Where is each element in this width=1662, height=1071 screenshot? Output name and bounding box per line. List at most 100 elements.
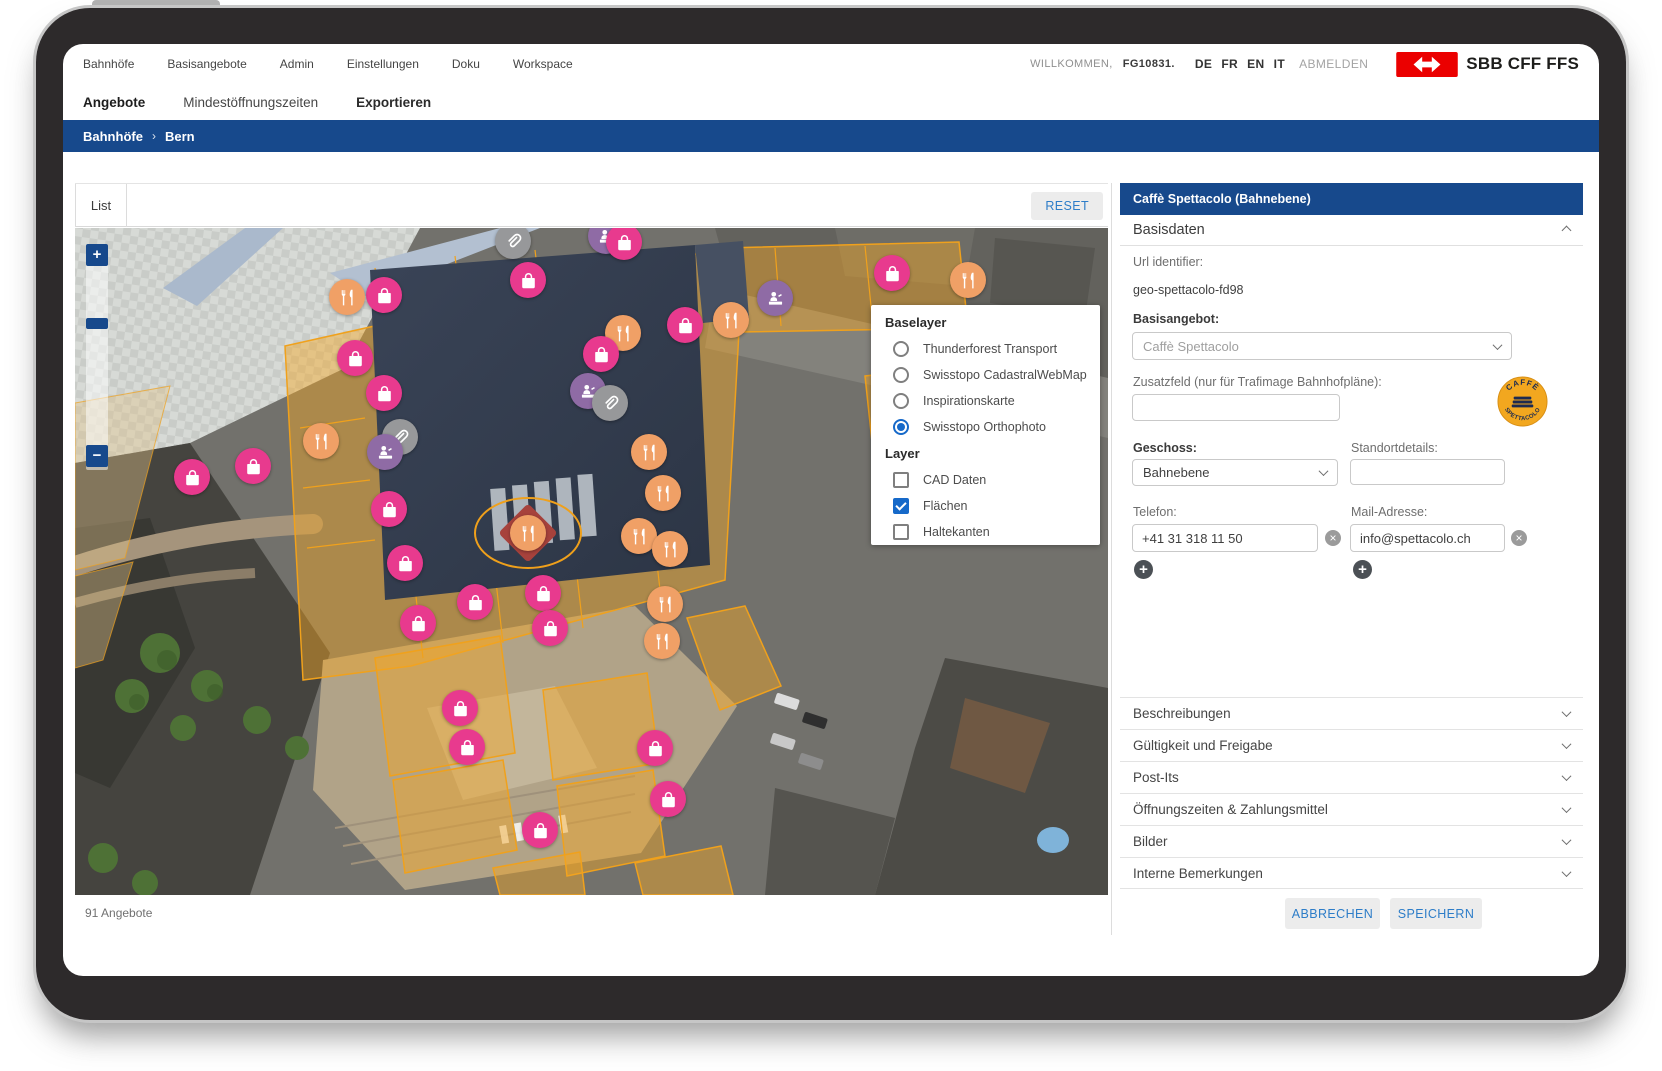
- map-pin-shopping-bag[interactable]: [235, 448, 271, 484]
- mail-label: Mail-Adresse:: [1351, 505, 1427, 519]
- baselayer-option-inspirationskarte[interactable]: Inspirationskarte: [885, 388, 1100, 414]
- map-pin-shopping-bag[interactable]: [532, 610, 568, 646]
- nav-bahnhoefe[interactable]: Bahnhöfe: [83, 57, 134, 71]
- tab-list[interactable]: List: [75, 184, 127, 227]
- add-telefon-button[interactable]: [1134, 560, 1153, 579]
- map-pin-shopping-bag[interactable]: [637, 730, 673, 766]
- selected-value: Caffè Spettacolo: [1143, 339, 1239, 354]
- map-pin-shopping-bag[interactable]: [387, 545, 423, 581]
- zoom-in-button[interactable]: +: [86, 244, 108, 266]
- map-pin-fork-knife[interactable]: [510, 515, 546, 551]
- map-pin-fork-knife[interactable]: [645, 475, 681, 511]
- section-post-its[interactable]: Post-Its: [1120, 761, 1583, 793]
- map-pin-shopping-bag[interactable]: [650, 781, 686, 817]
- clear-telefon-icon[interactable]: [1325, 530, 1341, 546]
- map-pin-shopping-bag[interactable]: [442, 690, 478, 726]
- map-pin-shopping-bag[interactable]: [449, 729, 485, 765]
- baselayer-option-thunderforest[interactable]: Thunderforest Transport: [885, 336, 1100, 362]
- map-pin-shopping-bag[interactable]: [667, 307, 703, 343]
- subnav-exportieren[interactable]: Exportieren: [356, 95, 431, 110]
- map-pin-shopping-bag[interactable]: [337, 340, 373, 376]
- clear-mail-icon[interactable]: [1511, 530, 1527, 546]
- nav-workspace[interactable]: Workspace: [513, 57, 573, 71]
- telefon-input[interactable]: [1132, 524, 1318, 552]
- subnav-mindestoeffnungszeiten[interactable]: Mindestöffnungszeiten: [183, 95, 318, 110]
- map-pin-shopping-bag[interactable]: [874, 255, 910, 291]
- map-pin-shopping-bag[interactable]: [583, 336, 619, 372]
- map-pin-service-desk[interactable]: [367, 434, 403, 470]
- map-pin-service-desk[interactable]: [757, 280, 793, 316]
- map-pin-fork-knife[interactable]: [631, 434, 667, 470]
- map-pin-shopping-bag[interactable]: [371, 491, 407, 527]
- checkbox-icon[interactable]: [893, 498, 909, 514]
- telefon-label: Telefon:: [1133, 505, 1177, 519]
- basisangebot-select[interactable]: Caffè Spettacolo: [1132, 332, 1512, 360]
- section-basisdaten[interactable]: Basisdaten: [1120, 215, 1583, 246]
- map-pin-shopping-bag[interactable]: [400, 605, 436, 641]
- sub-navigation: Angebote Mindestöffnungszeiten Exportier…: [63, 84, 1599, 120]
- map-pin-fork-knife[interactable]: [647, 586, 683, 622]
- map-pin-shopping-bag[interactable]: [525, 575, 561, 611]
- results-count: 91 Angebote: [85, 906, 152, 920]
- zusatzfeld-input[interactable]: [1132, 394, 1340, 421]
- reset-button[interactable]: RESET: [1031, 192, 1103, 220]
- checkbox-icon[interactable]: [893, 524, 909, 540]
- cancel-button[interactable]: ABBRECHEN: [1285, 898, 1380, 929]
- map-pin-fork-knife[interactable]: [713, 302, 749, 338]
- welcome-label: WILLKOMMEN,: [1030, 58, 1113, 70]
- layer-option-cad-daten[interactable]: CAD Daten: [885, 467, 1100, 493]
- geschoss-select[interactable]: Bahnebene: [1132, 459, 1338, 486]
- map-pin-fork-knife[interactable]: [303, 423, 339, 459]
- lang-de[interactable]: DE: [1195, 57, 1212, 71]
- section-beschreibungen[interactable]: Beschreibungen: [1120, 697, 1583, 729]
- standortdetails-input[interactable]: [1350, 459, 1505, 485]
- map-pin-shopping-bag[interactable]: [174, 459, 210, 495]
- chevron-down-icon: [1319, 466, 1329, 476]
- lang-it[interactable]: IT: [1274, 57, 1285, 71]
- nav-basisangebote[interactable]: Basisangebote: [167, 57, 246, 71]
- map-canvas[interactable]: + − Baselayer Thunderforest Transport Sw…: [75, 228, 1108, 895]
- map-pin-fork-knife[interactable]: [329, 279, 365, 315]
- baselayer-option-cadastral[interactable]: Swisstopo CadastralWebMap: [885, 362, 1100, 388]
- section-oeffnungszeiten[interactable]: Öffnungszeiten & Zahlungsmittel: [1120, 793, 1583, 825]
- baselayer-option-orthophoto[interactable]: Swisstopo Orthophoto: [885, 414, 1100, 440]
- map-pin-fork-knife[interactable]: [644, 623, 680, 659]
- zoom-out-button[interactable]: −: [86, 445, 108, 467]
- map-pin-shopping-bag[interactable]: [457, 584, 493, 620]
- mail-input[interactable]: [1350, 524, 1505, 552]
- map-pin-fork-knife[interactable]: [652, 531, 688, 567]
- add-mail-button[interactable]: [1353, 560, 1372, 579]
- map-pin-shopping-bag[interactable]: [366, 277, 402, 313]
- logout-link[interactable]: ABMELDEN: [1299, 57, 1368, 71]
- section-bilder[interactable]: Bilder: [1120, 825, 1583, 857]
- lang-en[interactable]: EN: [1247, 57, 1264, 71]
- save-button[interactable]: SPEICHERN: [1390, 898, 1482, 929]
- radio-icon[interactable]: [893, 341, 909, 357]
- radio-icon[interactable]: [893, 419, 909, 435]
- map-pin-paperclip[interactable]: [592, 385, 628, 421]
- map-pin-shopping-bag[interactable]: [366, 375, 402, 411]
- section-interne-bemerkungen[interactable]: Interne Bemerkungen: [1120, 857, 1583, 889]
- nav-einstellungen[interactable]: Einstellungen: [347, 57, 419, 71]
- section-label: Öffnungszeiten & Zahlungsmittel: [1133, 802, 1328, 817]
- lang-fr[interactable]: FR: [1221, 57, 1238, 71]
- chevron-down-icon: [1493, 340, 1503, 350]
- nav-doku[interactable]: Doku: [452, 57, 480, 71]
- checkbox-icon[interactable]: [893, 472, 909, 488]
- map-pin-shopping-bag[interactable]: [522, 812, 558, 848]
- section-gueltigkeit-und-freigabe[interactable]: Gültigkeit und Freigabe: [1120, 729, 1583, 761]
- map-pin-fork-knife[interactable]: [950, 262, 986, 298]
- map-pin-shopping-bag[interactable]: [510, 262, 546, 298]
- nav-admin[interactable]: Admin: [280, 57, 314, 71]
- layer-option-flaechen[interactable]: Flächen: [885, 493, 1100, 519]
- radio-icon[interactable]: [893, 367, 909, 383]
- map-zoom-control: + −: [86, 244, 108, 470]
- radio-icon[interactable]: [893, 393, 909, 409]
- subnav-angebote[interactable]: Angebote: [83, 95, 145, 110]
- zoom-slider-handle[interactable]: [86, 318, 108, 329]
- geschoss-label: Geschoss:: [1133, 441, 1197, 455]
- map-pin-shopping-bag[interactable]: [606, 228, 642, 260]
- layer-option-haltekanten[interactable]: Haltekanten: [885, 519, 1100, 545]
- breadcrumb-root[interactable]: Bahnhöfe: [83, 129, 143, 144]
- map-pin-paperclip[interactable]: [495, 228, 531, 259]
